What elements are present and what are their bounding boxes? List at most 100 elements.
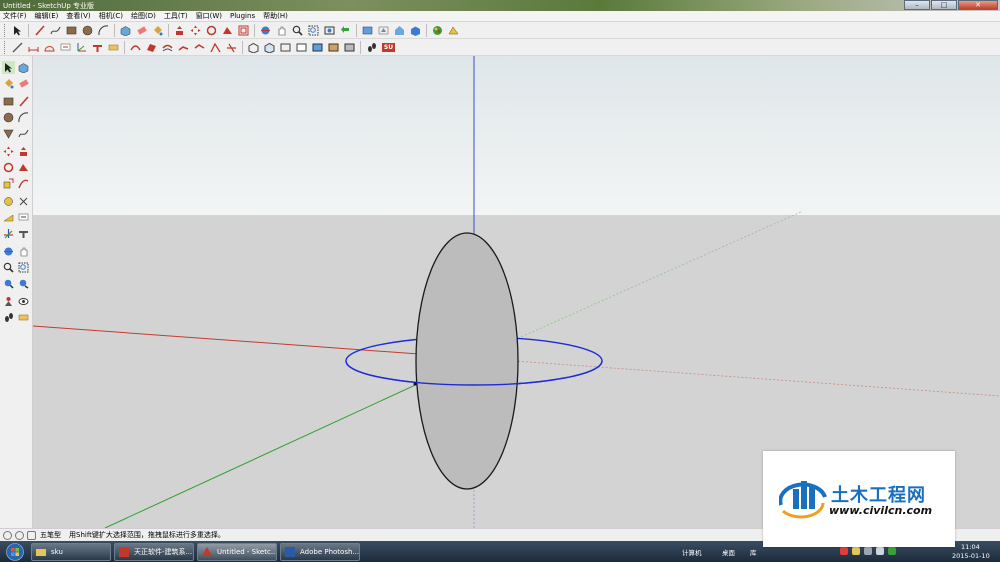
pan-icon[interactable] [17,245,30,258]
warehouse-icon[interactable] [393,24,406,37]
start-button[interactable] [2,542,28,562]
clock-date[interactable]: 2015-01-10 [952,552,990,560]
monochrome-icon[interactable] [343,41,356,54]
menu-edit[interactable]: 编辑(E) [35,11,59,21]
clock-time[interactable]: 11:04 [961,543,980,551]
shaded-icon[interactable] [311,41,324,54]
push-pull-icon[interactable] [17,145,30,158]
protractor-icon[interactable] [2,211,15,224]
walk-icon[interactable] [2,311,15,324]
dimension-icon[interactable] [27,41,40,54]
circle-icon[interactable] [81,24,94,37]
arc-icon[interactable] [17,111,30,124]
maximize-button[interactable]: □ [931,0,957,10]
share-model-icon[interactable] [377,24,390,37]
sketchup-logo-icon[interactable]: SU [381,41,396,54]
follow-me-icon[interactable] [221,24,234,37]
network-icon[interactable] [864,547,872,555]
components-icon[interactable] [409,24,422,37]
zoom-extents-icon[interactable] [323,24,336,37]
sandbox-from-contours-icon[interactable] [177,41,190,54]
menu-plugins[interactable]: Plugins [230,12,255,20]
axes-icon[interactable] [2,227,15,240]
scale-icon[interactable] [2,177,15,190]
volume-icon[interactable] [876,547,884,555]
previous-view-icon[interactable] [339,24,352,37]
axes-icon[interactable] [75,41,88,54]
add-detail-icon[interactable] [209,41,222,54]
orbit-icon[interactable] [2,245,15,258]
geo-location-icon[interactable] [3,530,12,540]
smoove-icon[interactable] [129,41,142,54]
toolbar-grip[interactable] [4,40,8,54]
previous-view-icon[interactable] [17,277,30,290]
move-icon[interactable] [189,24,202,37]
disc-face[interactable] [415,232,519,490]
make-component-icon[interactable] [17,61,30,74]
zoom-extents-icon[interactable] [2,277,15,290]
line-icon[interactable] [33,24,46,37]
look-around-icon[interactable] [17,295,30,308]
taskbar-item-sketchup[interactable]: Untitled - Sketc... [197,542,277,561]
tape-measure-icon[interactable] [2,195,15,208]
push-pull-icon[interactable] [173,24,186,37]
eraser-icon[interactable] [135,24,148,37]
menu-window[interactable]: 窗口(W) [196,11,222,21]
tray-app-icon[interactable] [888,547,896,555]
shaded-textures-icon[interactable] [327,41,340,54]
make-component-icon[interactable] [119,24,132,37]
offset-icon[interactable] [237,24,250,37]
move-icon[interactable] [2,145,15,158]
freehand-icon[interactable] [17,127,30,140]
3d-text-icon[interactable] [91,41,104,54]
zoom-icon[interactable] [291,24,304,37]
menu-tools[interactable]: 工具(T) [164,11,188,21]
flip-edge-icon[interactable] [225,41,238,54]
menu-draw[interactable]: 绘图(D) [131,11,156,21]
taskbar-item-folder[interactable]: sku [31,542,111,561]
styles-icon[interactable] [447,24,460,37]
ime-mode-label[interactable]: 五笔型 [40,530,61,540]
circle-icon[interactable] [2,111,15,124]
rotate-icon[interactable] [205,24,218,37]
protractor-icon[interactable] [43,41,56,54]
pan-icon[interactable] [275,24,288,37]
dimension-icon[interactable] [17,195,30,208]
flag-icon[interactable] [840,547,848,555]
taskbar-item-tangent[interactable]: 天正软件-建筑系... [114,542,194,561]
section-plane-icon[interactable] [17,311,30,324]
line-icon[interactable] [17,95,30,108]
follow-me-icon[interactable] [17,161,30,174]
zoom-window-icon[interactable] [307,24,320,37]
paint-bucket-icon[interactable] [2,77,15,90]
x-ray-icon[interactable] [247,41,260,54]
wireframe-icon[interactable] [279,41,292,54]
menu-camera[interactable]: 相机(C) [99,11,123,21]
toolbar-grip[interactable] [4,23,8,37]
back-edges-icon[interactable] [263,41,276,54]
security-icon[interactable] [852,547,860,555]
get-models-icon[interactable] [361,24,374,37]
text-icon[interactable] [59,41,72,54]
eraser-icon[interactable] [17,77,30,90]
rotate-icon[interactable] [2,161,15,174]
offset-icon[interactable] [17,177,30,190]
freehand-icon[interactable] [49,24,62,37]
tape-measure-icon[interactable] [11,41,24,54]
walk-icon[interactable] [365,41,378,54]
menu-view[interactable]: 查看(V) [66,11,90,21]
tray-desktop-label[interactable]: 桌面 [722,547,735,557]
paint-bucket-icon[interactable] [151,24,164,37]
sandbox-from-scratch-icon[interactable] [193,41,206,54]
zoom-icon[interactable] [2,261,15,274]
close-button[interactable]: ✕ [958,0,998,10]
hidden-line-icon[interactable] [295,41,308,54]
section-plane-icon[interactable] [107,41,120,54]
credits-icon[interactable] [15,530,24,540]
polygon-icon[interactable] [2,127,15,140]
select-icon[interactable] [2,61,15,74]
rectangle-icon[interactable] [65,24,78,37]
3d-text-icon[interactable] [17,227,30,240]
drape-icon[interactable] [161,41,174,54]
menu-help[interactable]: 帮助(H) [263,11,288,21]
